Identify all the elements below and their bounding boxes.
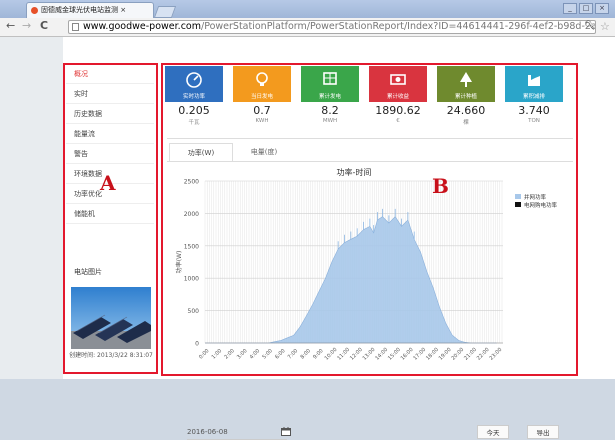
window-controls: _ □ × [563, 3, 609, 14]
web-page: 概况 实时 历史数据 能量流 警告 环境数据 功率优化 储能机 电站图片 创建时… [0, 37, 615, 440]
url-domain: www.goodwe-power.com [83, 21, 201, 32]
annotation-label-a: A [100, 171, 116, 195]
annotation-label-b: B [432, 174, 449, 198]
tab-title: 固德威金球光伏电站监测 × [41, 6, 127, 14]
url-path: /PowerStationPlatform/PowerStationReport… [201, 21, 596, 32]
address-bar[interactable]: www.goodwe-power.com/PowerStationPlatfor… [68, 20, 596, 34]
forward-button[interactable]: → [22, 19, 31, 32]
back-button[interactable]: ← [6, 19, 15, 32]
bookmark-star-icon[interactable]: ☆ [600, 20, 610, 33]
calendar-icon[interactable] [281, 427, 291, 436]
minimize-button[interactable]: _ [563, 3, 577, 14]
browser-window: 固德威金球光伏电站监测 × _ □ × ← → C www.goodwe-pow… [0, 0, 615, 440]
maximize-button[interactable]: □ [579, 3, 593, 14]
page-icon [72, 23, 79, 31]
reload-button[interactable]: C [40, 19, 48, 32]
title-bar: 固德威金球光伏电站监测 × _ □ × [0, 0, 615, 18]
annotation-box-b [161, 63, 578, 376]
close-window-button[interactable]: × [595, 3, 609, 14]
zoom-icon[interactable]: 🔍︎ [584, 21, 595, 31]
favicon-icon [31, 7, 38, 14]
export-button[interactable]: 导出 [527, 425, 559, 439]
today-button[interactable]: 今天 [477, 425, 509, 439]
page-left-margin [0, 37, 63, 379]
nav-bar: ← → C www.goodwe-power.com/PowerStationP… [0, 18, 615, 37]
new-tab-button[interactable] [153, 6, 177, 18]
date-input[interactable]: 2016-06-08 [187, 425, 287, 440]
annotation-box-a [63, 63, 158, 374]
browser-tab[interactable]: 固德威金球光伏电站监测 × [26, 2, 154, 18]
